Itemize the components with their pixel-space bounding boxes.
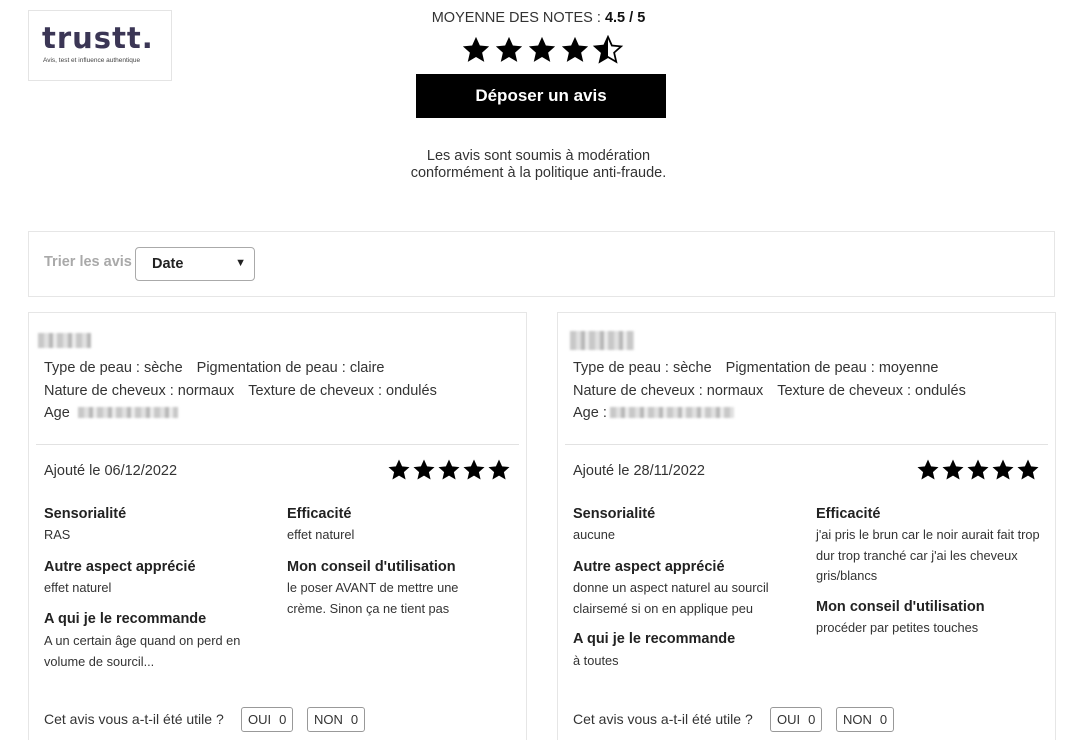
sort-select[interactable]: Date ▼ — [135, 247, 255, 281]
reviewer-name-blurred — [38, 333, 91, 348]
star-full-icon — [388, 459, 410, 480]
star-full-icon — [528, 36, 556, 62]
vote-yes-count: 0 — [279, 712, 287, 727]
moderation-line-2: conformément à la politique anti-fraude. — [410, 165, 667, 181]
sort-label: Trier les avis — [44, 254, 132, 270]
helpful-question: Cet avis vous a-t-il été utile ? — [573, 711, 753, 727]
star-full-icon — [992, 459, 1014, 480]
efficacy-title: Efficacité — [816, 506, 881, 522]
efficacy-title: Efficacité — [287, 506, 352, 522]
sensoriality-title: Sensorialité — [44, 506, 127, 522]
advice-text: le poser AVANT de mettre une crème. Sino… — [287, 580, 459, 616]
star-full-icon — [561, 36, 589, 62]
review-card: Type de peau : sèche Pigmentation de peau… — [28, 312, 527, 740]
divider — [36, 444, 519, 445]
hair-nature: Nature de cheveux : normaux — [573, 383, 764, 399]
hair-texture: Texture de cheveux : ondulés — [248, 383, 437, 399]
hair-texture: Texture de cheveux : ondulés — [777, 383, 966, 399]
submit-review-button[interactable]: Déposer un avis — [416, 74, 666, 118]
logo-wordmark: trustt. — [42, 21, 154, 55]
efficacy-text: j'ai pris le brun car le noir aurait fai… — [816, 527, 1040, 583]
review-stars — [387, 458, 511, 482]
moderation-notice: Les avis sont soumis à modération confor… — [0, 148, 1077, 182]
star-full-icon — [942, 459, 964, 480]
review-card: Type de peau : sèche Pigmentation de peau… — [557, 312, 1056, 740]
vote-yes-label: OUI — [248, 712, 272, 727]
moderation-line-1: Les avis sont soumis à modération — [426, 148, 651, 164]
sensoriality-title: Sensorialité — [573, 506, 656, 522]
sensoriality-text: RAS — [44, 527, 71, 542]
sensoriality-text: aucune — [573, 527, 615, 542]
star-full-icon — [462, 36, 490, 62]
review-stars — [916, 458, 1040, 482]
star-full-icon — [495, 36, 523, 62]
average-label: MOYENNE DES NOTES : — [431, 10, 601, 26]
advice-title: Mon conseil d'utilisation — [287, 559, 456, 575]
vote-no-count: 0 — [879, 712, 888, 727]
other-aspect-text: effet naturel — [44, 580, 112, 595]
other-aspect-text: donne un aspect naturel au sourcil clair… — [573, 580, 769, 616]
helpful-question: Cet avis vous a-t-il été utile ? — [44, 711, 224, 727]
advice-text: procéder par petites touches — [816, 620, 979, 635]
age-label: Age — [44, 405, 70, 421]
logo-tagline: Avis, test et influence authentique — [43, 57, 141, 64]
vote-yes-button[interactable]: OUI 0 — [241, 707, 294, 732]
vote-no-count: 0 — [350, 712, 359, 727]
star-full-icon — [917, 459, 939, 480]
average-stars — [460, 35, 624, 65]
skin-attributes: Type de peau : sèche Pigmentation de peau… — [44, 360, 384, 376]
age-label: Age : — [573, 405, 607, 421]
average-rating: MOYENNE DES NOTES : 4.5 / 5 — [0, 10, 1077, 26]
star-full-icon — [438, 459, 460, 480]
recommend-text: à toutes — [573, 653, 619, 668]
review-date: Ajouté le 28/11/2022 — [573, 463, 705, 479]
hair-attributes: Nature de cheveux : normaux Texture de ch… — [44, 383, 437, 399]
reviewer-name-blurred — [570, 331, 634, 350]
chevron-down-icon: ▼ — [235, 257, 246, 269]
star-full-icon — [488, 459, 510, 480]
advice-title: Mon conseil d'utilisation — [816, 599, 985, 615]
vote-no-button[interactable]: NON 0 — [836, 707, 895, 732]
other-aspect-title: Autre aspect apprécié — [573, 559, 725, 575]
vote-yes-button[interactable]: OUI 0 — [770, 707, 823, 732]
recommend-text: A un certain âge quand on perd en volume… — [44, 633, 241, 669]
vote-no-label: NON — [843, 712, 872, 727]
efficacy-text: effet naturel — [287, 527, 355, 542]
other-aspect-title: Autre aspect apprécié — [44, 559, 196, 575]
vote-yes-count: 0 — [808, 712, 816, 727]
hair-attributes: Nature de cheveux : normaux Texture de ch… — [573, 383, 966, 399]
star-half-icon — [594, 36, 622, 63]
age-value-blurred — [78, 407, 178, 418]
recommend-title: A qui je le recommande — [44, 611, 207, 627]
sort-bar: Trier les avis Date ▼ — [28, 231, 1055, 297]
sort-selected-value: Date — [152, 256, 184, 272]
star-full-icon — [463, 459, 485, 480]
vote-no-label: NON — [314, 712, 343, 727]
recommend-title: A qui je le recommande — [573, 631, 736, 647]
average-score: 4.5 / 5 — [604, 10, 646, 26]
skin-pigmentation: Pigmentation de peau : moyenne — [725, 360, 939, 376]
vote-yes-label: OUI — [777, 712, 801, 727]
skin-pigmentation: Pigmentation de peau : claire — [196, 360, 385, 376]
age-value-blurred — [610, 407, 734, 418]
divider — [565, 444, 1048, 445]
vote-no-button[interactable]: NON 0 — [307, 707, 366, 732]
skin-type: Type de peau : sèche — [44, 360, 183, 376]
review-date: Ajouté le 06/12/2022 — [44, 463, 178, 479]
skin-attributes: Type de peau : sèche Pigmentation de peau… — [573, 360, 938, 376]
star-full-icon — [967, 459, 989, 480]
star-full-icon — [413, 459, 435, 480]
skin-type: Type de peau : sèche — [573, 360, 712, 376]
hair-nature: Nature de cheveux : normaux — [44, 383, 235, 399]
star-full-icon — [1017, 459, 1039, 480]
